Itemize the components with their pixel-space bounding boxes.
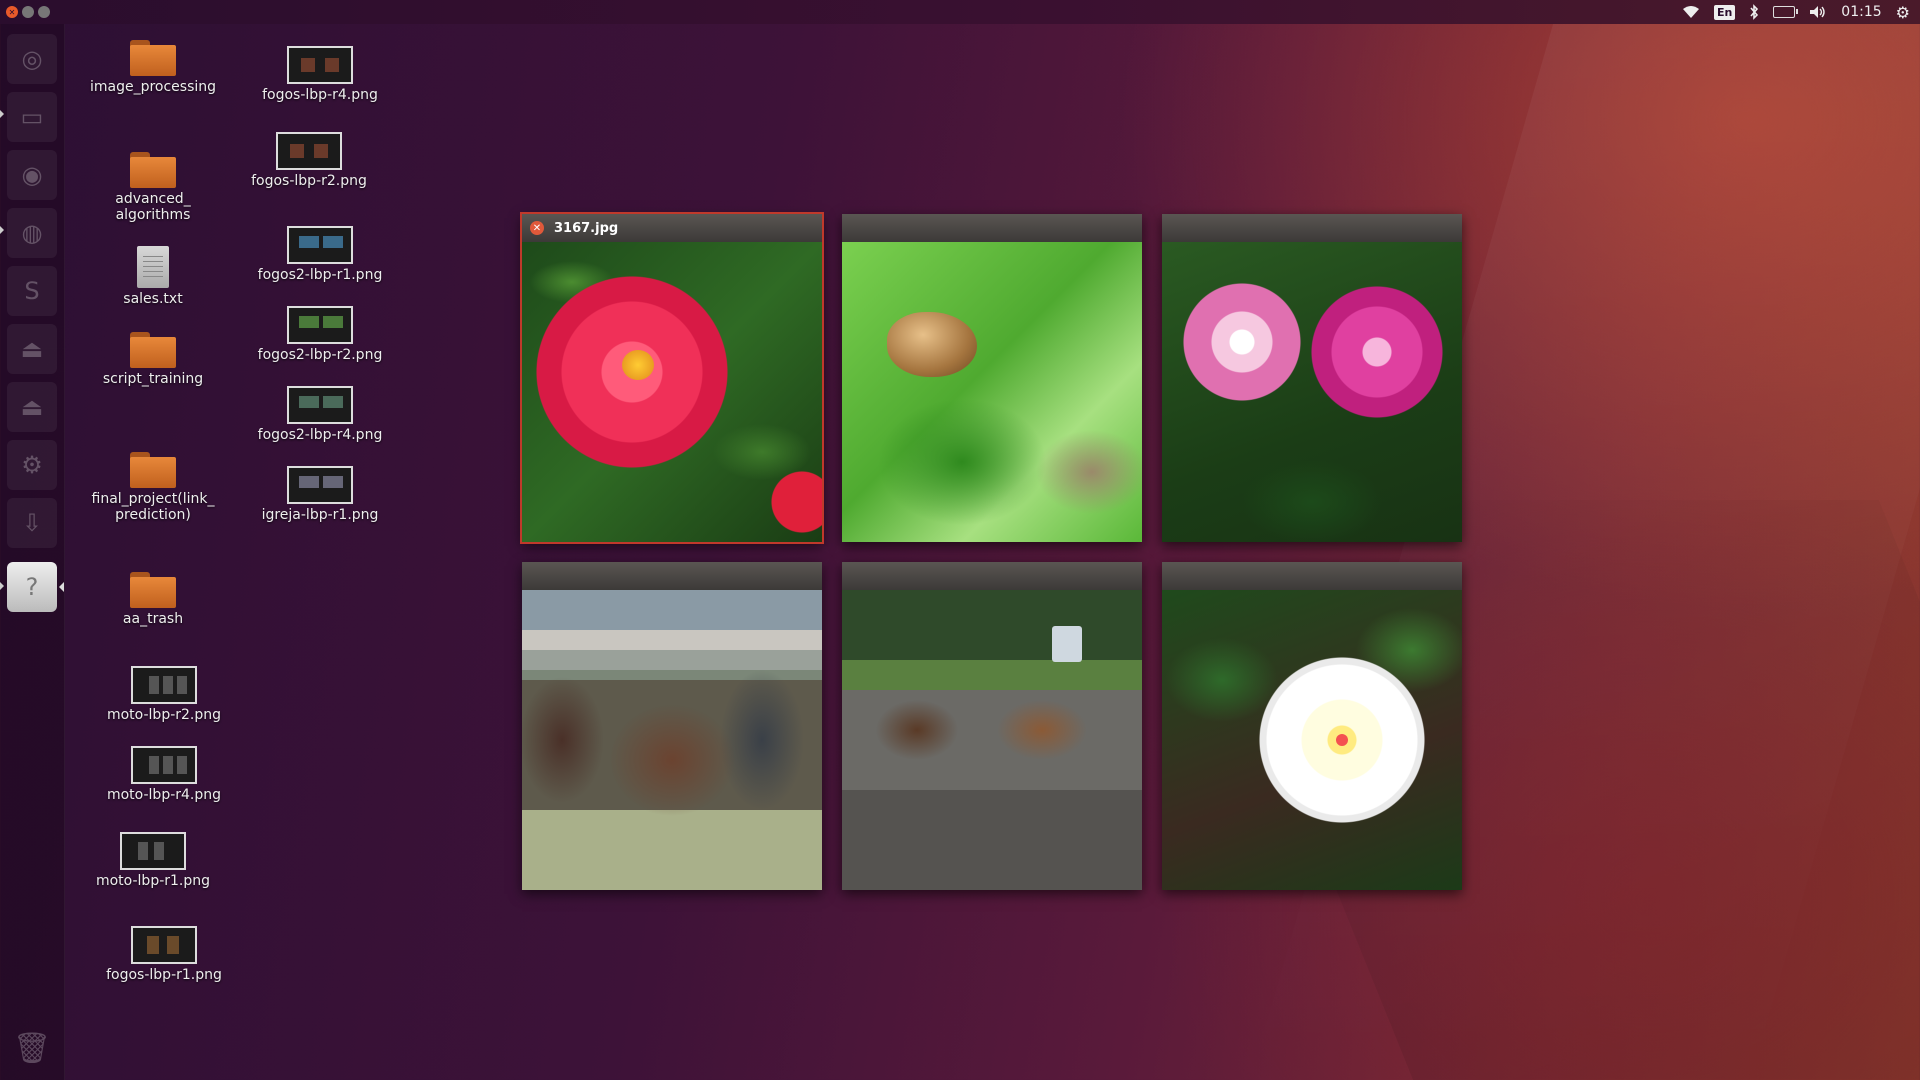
running-indicator [0, 226, 4, 234]
image-viewer-window[interactable]: ✕ 3167.jpg [520, 212, 824, 544]
desktop-image-file[interactable]: fogos-lbp-r4.png [250, 46, 390, 103]
desktop-icon-label: fogos2-lbp-r2.png [257, 347, 383, 363]
image-thumbnail-icon [287, 46, 353, 84]
bluetooth-icon[interactable] [1749, 4, 1759, 20]
desktop-icon-label: fogos2-lbp-r1.png [257, 267, 383, 283]
desktop-icon-label: sales.txt [123, 291, 183, 307]
keyboard-layout-indicator[interactable]: En [1713, 4, 1736, 20]
terminal-icon[interactable]: S [7, 266, 57, 316]
volume-icon[interactable] [1809, 5, 1827, 19]
window-titlebar[interactable]: ✕ 3167.jpg [522, 214, 822, 242]
top-panel: ✕ En 01:15 ⚙ [0, 0, 1920, 24]
help-icon[interactable]: ? [7, 562, 57, 612]
folder-icon [130, 332, 176, 368]
desktop-icon-label: igreja-lbp-r1.png [261, 507, 379, 523]
clock[interactable]: 01:15 [1841, 4, 1881, 20]
image-thumbnail-icon [287, 466, 353, 504]
drive-icon[interactable]: ⏏ [7, 324, 57, 374]
gear-icon[interactable]: ⚙ [1896, 3, 1910, 22]
desktop-icon-label: fogos-lbp-r2.png [251, 173, 367, 189]
desktop-icon-label: fogos2-lbp-r4.png [257, 427, 383, 443]
image-thumbnail-icon [276, 132, 342, 170]
image-thumbnail-icon [131, 666, 197, 704]
photo-red-camellia[interactable] [522, 242, 822, 542]
image-thumbnail-icon [287, 226, 353, 264]
close-window-button[interactable]: ✕ [6, 6, 18, 18]
desktop-icon-label: aa_trash [122, 611, 184, 627]
photo-beetle-on-leaf[interactable] [842, 242, 1142, 542]
image-viewer-window[interactable] [522, 562, 822, 890]
launcher: ◎ ▭ ◉ ◍ S ⏏ ⏏ ⚙ ⇩ ? 🗑 [0, 24, 65, 1080]
desktop-image-file[interactable]: fogos2-lbp-r1.png [250, 226, 390, 283]
settings-icon[interactable]: ⚙ [7, 440, 57, 490]
desktop-image-file[interactable]: moto-lbp-r1.png [83, 832, 223, 889]
indicator-tray: En 01:15 ⚙ [1682, 3, 1920, 22]
desktop-icon-label: fogos-lbp-r4.png [262, 87, 378, 103]
running-indicator [0, 582, 4, 590]
folder-icon [130, 452, 176, 488]
desktop-image-file[interactable]: moto-lbp-r2.png [94, 666, 234, 723]
desktop-icon-label: script_training [102, 371, 204, 387]
desktop-image-file[interactable]: fogos2-lbp-r2.png [250, 306, 390, 363]
window-titlebar[interactable] [1162, 214, 1462, 242]
desktop-folder[interactable]: final_project(link_ prediction) [83, 452, 223, 523]
desktop-image-file[interactable]: fogos-lbp-r2.png [239, 132, 379, 189]
battery-icon[interactable] [1773, 6, 1799, 18]
photo-pink-peonies[interactable] [1162, 242, 1462, 542]
maximize-window-button[interactable] [38, 6, 50, 18]
image-viewer-window[interactable] [842, 214, 1142, 542]
files-icon[interactable]: ▭ [7, 92, 57, 142]
chromium-icon[interactable]: ◉ [7, 150, 57, 200]
image-viewer-window[interactable] [1162, 562, 1462, 890]
window-titlebar[interactable] [842, 214, 1142, 242]
desktop-folder[interactable]: advanced_ algorithms [83, 152, 223, 223]
image-thumbnail-icon [287, 386, 353, 424]
window-titlebar[interactable] [522, 562, 822, 590]
desktop-folder[interactable]: script_training [83, 332, 223, 387]
desktop-image-file[interactable]: igreja-lbp-r1.png [250, 466, 390, 523]
firefox-icon[interactable]: ◍ [7, 208, 57, 258]
window-titlebar[interactable] [842, 562, 1142, 590]
desktop-folder[interactable]: aa_trash [83, 572, 223, 627]
desktop-icon-label: advanced_ algorithms [115, 191, 191, 223]
minimize-window-button[interactable] [22, 6, 34, 18]
desktop-icon-label: moto-lbp-r4.png [106, 787, 222, 803]
window-title: 3167.jpg [554, 220, 619, 236]
desktop-icon-label: final_project(link_ prediction) [91, 491, 215, 523]
desktop-icon-label: moto-lbp-r1.png [95, 873, 211, 889]
ubuntu-dash-icon[interactable]: ◎ [7, 34, 57, 84]
active-app-arrow [59, 582, 64, 592]
trash-icon[interactable]: 🗑 [10, 1022, 54, 1074]
window-controls: ✕ [0, 6, 50, 18]
photo-white-peony[interactable] [1162, 590, 1462, 890]
wifi-icon[interactable] [1682, 5, 1700, 19]
photo-two-horses[interactable] [842, 590, 1142, 890]
image-thumbnail-icon [287, 306, 353, 344]
desktop-folder[interactable]: image_processing [83, 40, 223, 95]
desktop-icon-label: moto-lbp-r2.png [106, 707, 222, 723]
image-viewer-window[interactable] [1162, 214, 1462, 542]
photo-horse-market[interactable] [522, 590, 822, 890]
image-viewer-window[interactable] [842, 562, 1142, 890]
drive-icon-2[interactable]: ⏏ [7, 382, 57, 432]
image-thumbnail-icon [131, 746, 197, 784]
folder-icon [130, 40, 176, 76]
running-indicator [0, 110, 4, 118]
desktop-image-file[interactable]: fogos-lbp-r1.png [94, 926, 234, 983]
desktop-icon-label: image_processing [89, 79, 217, 95]
close-icon[interactable]: ✕ [530, 221, 544, 235]
desktop-image-file[interactable]: fogos2-lbp-r4.png [250, 386, 390, 443]
image-thumbnail-icon [131, 926, 197, 964]
folder-icon [130, 152, 176, 188]
download-icon[interactable]: ⇩ [7, 498, 57, 548]
folder-icon [130, 572, 176, 608]
image-thumbnail-icon [120, 832, 186, 870]
desktop-icon-label: fogos-lbp-r1.png [106, 967, 222, 983]
desktop-file[interactable]: sales.txt [83, 246, 223, 307]
text-file-icon [137, 246, 169, 288]
desktop-image-file[interactable]: moto-lbp-r4.png [94, 746, 234, 803]
window-titlebar[interactable] [1162, 562, 1462, 590]
